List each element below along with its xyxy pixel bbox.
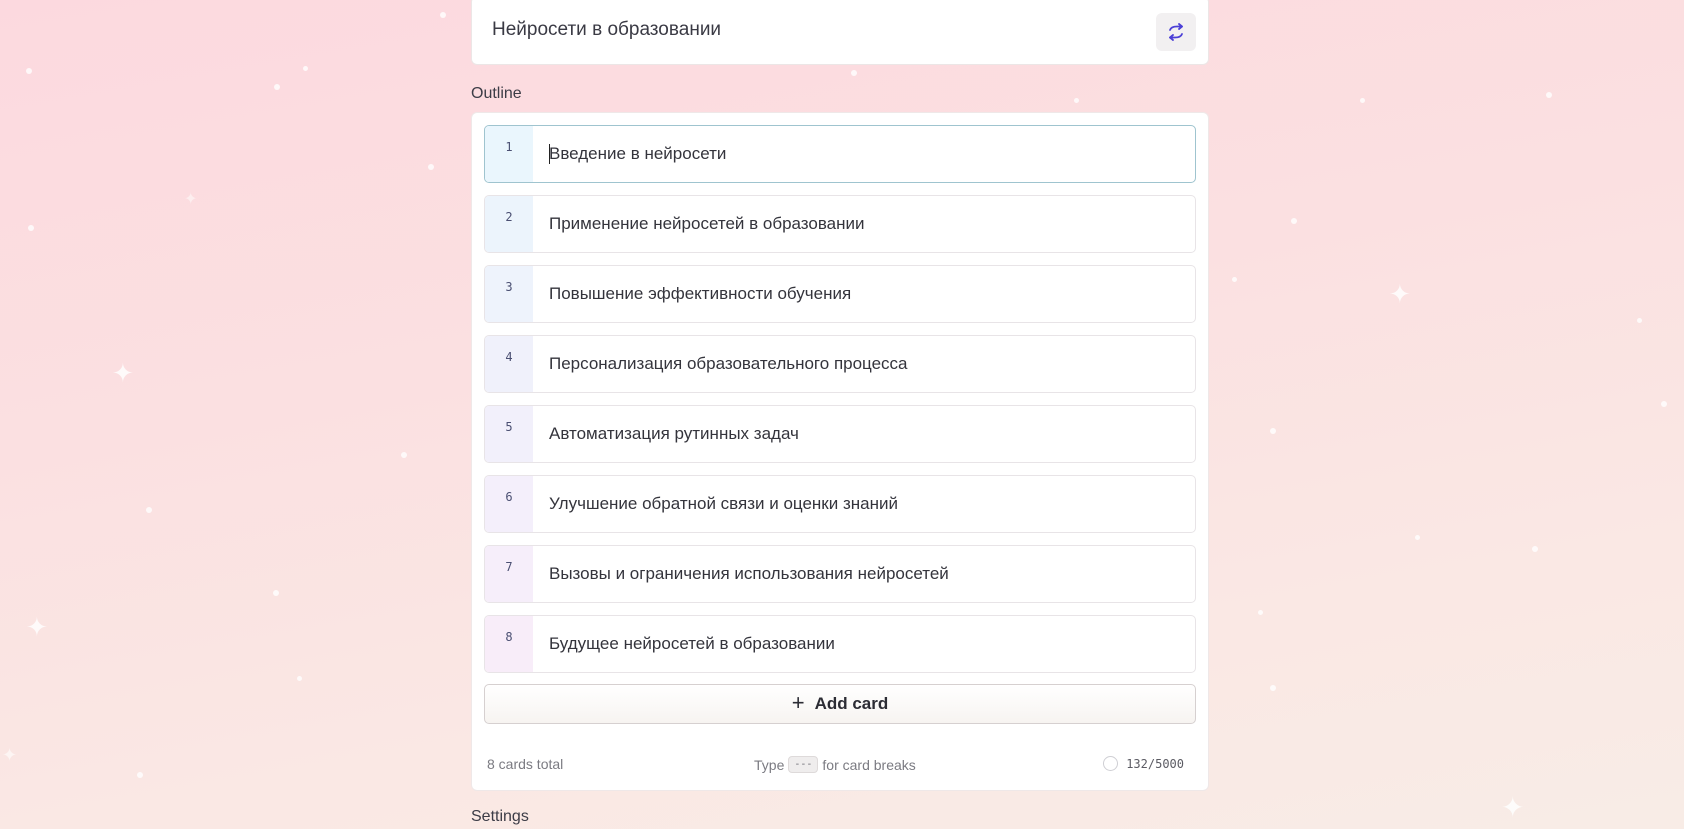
- progress-ring-icon: [1103, 756, 1119, 771]
- card-number: 7: [485, 546, 533, 602]
- card-text: Будущее нейросетей в образовании: [549, 634, 835, 653]
- card-text: Повышение эффективности обучения: [549, 284, 852, 303]
- card-text-input[interactable]: Введение в нейросети: [533, 126, 1195, 182]
- hint-suffix: for card breaks: [822, 756, 916, 773]
- card-number: 1: [485, 126, 533, 182]
- card-text-input[interactable]: Персонализация образовательного процесса: [533, 336, 1195, 392]
- outline-footer: 8 cards total Type --- for card breaks 1…: [471, 756, 1209, 776]
- card-number: 6: [485, 476, 533, 532]
- card-text: Автоматизация рутинных задач: [549, 424, 799, 443]
- card-text: Персонализация образовательного процесса: [549, 354, 908, 373]
- outline-card[interactable]: 5 Автоматизация рутинных задач: [484, 405, 1196, 463]
- add-card-button[interactable]: + Add card: [484, 684, 1196, 724]
- outline-card[interactable]: 2 Применение нейросетей в образовании: [484, 195, 1196, 253]
- add-card-label: Add card: [814, 694, 889, 713]
- card-number: 4: [485, 336, 533, 392]
- settings-heading: Settings: [471, 808, 529, 825]
- card-number: 8: [485, 616, 533, 672]
- outline-card[interactable]: 6 Улучшение обратной связи и оценки знани…: [484, 475, 1196, 533]
- card-text-input[interactable]: Будущее нейросетей в образовании: [533, 616, 1195, 672]
- card-number: 3: [485, 266, 533, 322]
- topic-title[interactable]: Нейросети в образовании: [492, 19, 721, 41]
- card-text: Применение нейросетей в образовании: [549, 214, 865, 233]
- card-number: 5: [485, 406, 533, 462]
- card-text-input[interactable]: Автоматизация рутинных задач: [533, 406, 1195, 462]
- outline-heading: Outline: [471, 85, 522, 102]
- char-count: 132/5000: [1126, 756, 1184, 771]
- shuffle-button[interactable]: [1156, 13, 1196, 51]
- char-counter: 132/5000: [1103, 756, 1184, 771]
- shuffle-icon: [1169, 23, 1183, 41]
- card-text: Введение в нейросети: [549, 144, 727, 163]
- hint-key: ---: [788, 756, 819, 773]
- card-text: Вызовы и ограничения использования нейро…: [549, 564, 949, 583]
- card-text: Улучшение обратной связи и оценки знаний: [549, 494, 898, 513]
- card-text-input[interactable]: Улучшение обратной связи и оценки знаний: [533, 476, 1195, 532]
- card-text-input[interactable]: Повышение эффективности обучения: [533, 266, 1195, 322]
- cards-total: 8 cards total: [487, 756, 564, 772]
- outline-card[interactable]: 3 Повышение эффективности обучения: [484, 265, 1196, 323]
- card-number: 2: [485, 196, 533, 252]
- card-text-input[interactable]: Вызовы и ограничения использования нейро…: [533, 546, 1195, 602]
- plus-icon: +: [791, 690, 805, 715]
- outline-card[interactable]: 8 Будущее нейросетей в образовании: [484, 615, 1196, 673]
- card-text-input[interactable]: Применение нейросетей в образовании: [533, 196, 1195, 252]
- outline-card[interactable]: 1 Введение в нейросети: [484, 125, 1196, 183]
- topic-input[interactable]: Нейросети в образовании: [471, 0, 1209, 65]
- outline-card[interactable]: 7 Вызовы и ограничения использования нейр…: [484, 545, 1196, 603]
- hint-prefix: Type: [754, 756, 785, 773]
- outline-card[interactable]: 4 Персонализация образовательного процесс…: [484, 335, 1196, 393]
- card-break-hint: Type --- for card breaks: [754, 756, 916, 773]
- outline-panel: 1 Введение в нейросети 2 Применение нейросе…: [471, 112, 1209, 791]
